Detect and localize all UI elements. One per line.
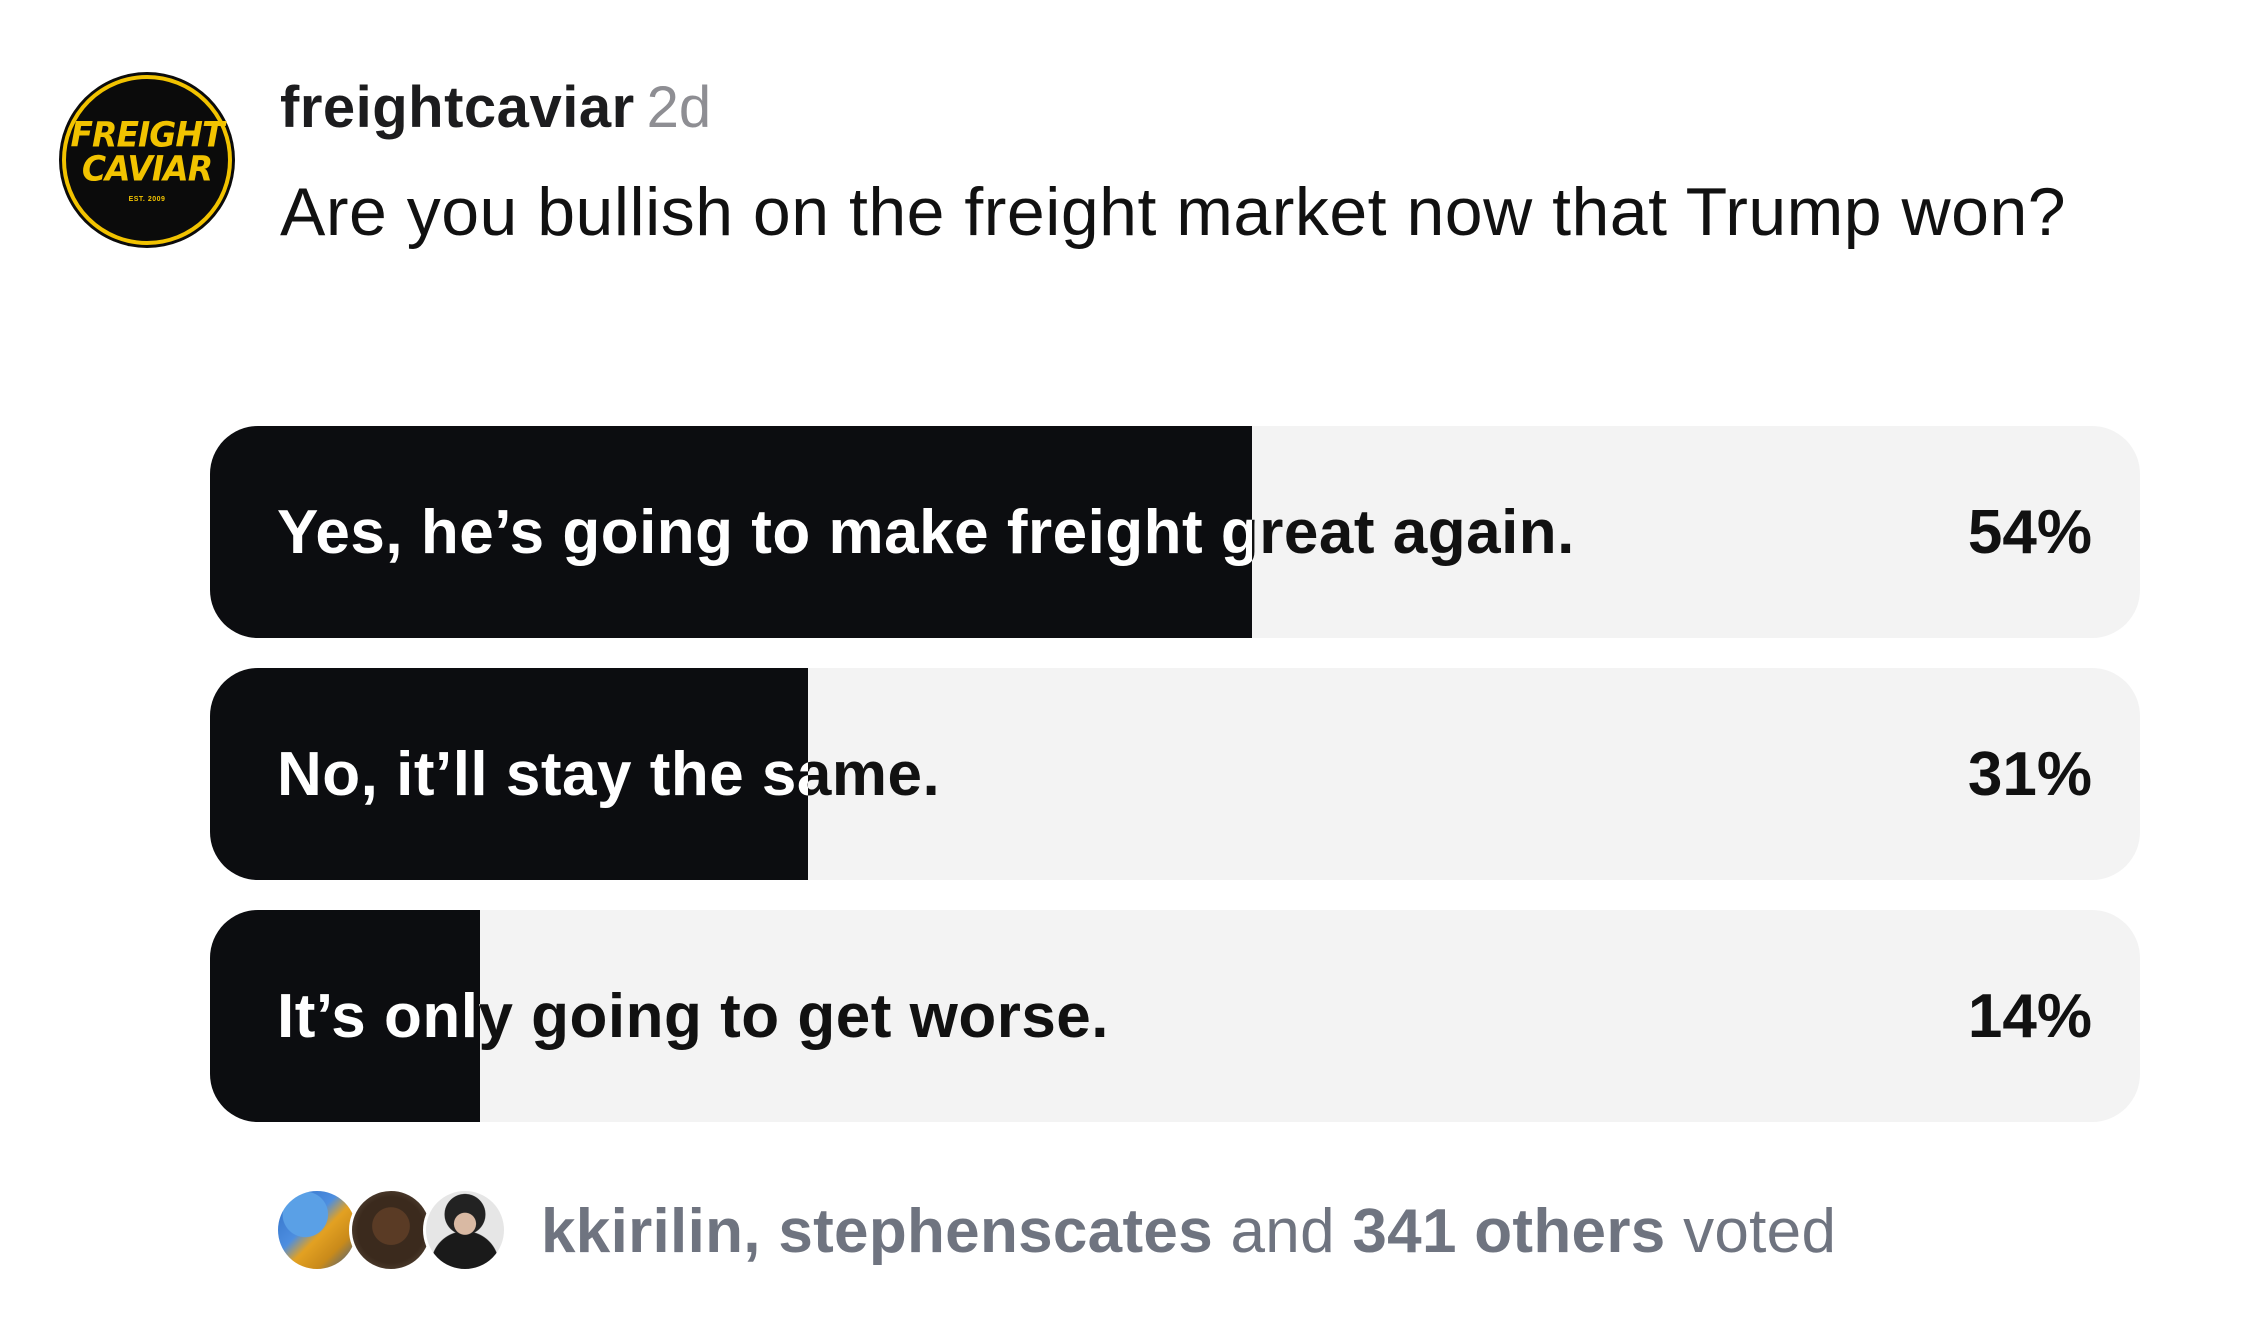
profile-avatar-logo[interactable]: FREIGHT CAVIAR EST. 2009 — [62, 75, 232, 245]
poll-option[interactable]: It’s only going to get worse. It’s only … — [210, 910, 2140, 1122]
voter-avatar — [275, 1188, 359, 1272]
poll-option[interactable]: No, it’ll stay the same. No, it’ll stay … — [210, 668, 2140, 880]
logo-text-line-1: FREIGHT — [70, 113, 225, 155]
logo-est-text: EST. 2009 — [128, 195, 166, 203]
poll-option-label-inverse: Yes, he’s going to make freight great ag… — [277, 497, 1253, 567]
poll-option-label-inverse: It’s only going to get worse. — [277, 981, 480, 1051]
post-timestamp: 2d — [646, 75, 712, 140]
poll-voters-summary[interactable]: kkirilin, stephenscates and 341 others v… — [275, 1188, 1836, 1274]
poll-option-label-clip: No, it’ll stay the same. — [210, 668, 808, 880]
poll-option-percent: 31% — [1967, 739, 2092, 809]
voter-avatar — [423, 1188, 507, 1272]
voter-names: kkirilin, stephenscates — [541, 1196, 1213, 1266]
poll-question: Are you bullish on the freight market no… — [280, 174, 2067, 250]
post-header: freightcaviar 2d — [280, 74, 711, 141]
logo-text-line-2: CAVIAR — [81, 147, 213, 189]
poll-option-label-clip: It’s only going to get worse. — [210, 910, 480, 1122]
username-link[interactable]: freightcaviar — [280, 75, 635, 140]
poll-option-label-clip: Yes, he’s going to make freight great ag… — [210, 426, 1252, 638]
voter-avatars[interactable] — [275, 1188, 511, 1274]
poll-option[interactable]: Yes, he’s going to make freight great ag… — [210, 426, 2140, 638]
voters-text: kkirilin, stephenscates and 341 others v… — [541, 1196, 1836, 1267]
poll-option-percent: 54% — [1967, 497, 2092, 567]
voter-avatar — [349, 1188, 433, 1272]
voters-joiner: and — [1212, 1196, 1353, 1266]
poll-option-label-inverse: No, it’ll stay the same. — [277, 739, 808, 809]
voters-others-count: 341 others — [1352, 1196, 1666, 1266]
poll-option-percent: 14% — [1967, 981, 2092, 1051]
voters-suffix: voted — [1665, 1196, 1837, 1266]
